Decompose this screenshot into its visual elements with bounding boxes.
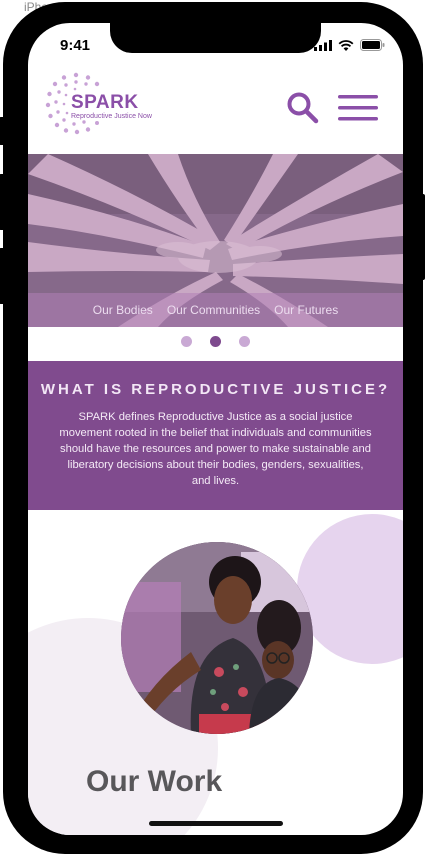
tab-our-bodies[interactable]: Our Bodies bbox=[93, 303, 153, 317]
screen: 9:41 SPARK Reproductive Justice Now Our … bbox=[28, 23, 403, 835]
status-time: 9:41 bbox=[60, 37, 91, 54]
hamburger-menu-icon[interactable] bbox=[337, 95, 379, 121]
carousel-dots bbox=[28, 336, 403, 347]
volume-down-button bbox=[0, 248, 5, 304]
our-work-heading: Our Work bbox=[86, 765, 223, 798]
tab-our-communities[interactable]: Our Communities bbox=[167, 303, 260, 317]
phone-frame: 9:41 SPARK Reproductive Justice Now Our … bbox=[0, 2, 425, 854]
our-work-photo bbox=[121, 542, 313, 734]
section-body: SPARK defines Reproductive Justice as a … bbox=[59, 411, 372, 487]
status-icons bbox=[314, 39, 385, 51]
search-icon[interactable] bbox=[286, 91, 320, 125]
carousel-dot-2-active[interactable] bbox=[210, 336, 221, 347]
notch bbox=[110, 23, 321, 53]
section-heading: WHAT IS REPRODUCTIVE JUSTICE? bbox=[40, 381, 391, 398]
carousel-dot-3[interactable] bbox=[239, 336, 250, 347]
two-smiling-women-photo bbox=[121, 542, 313, 734]
site-header: SPARK Reproductive Justice Now bbox=[28, 71, 403, 155]
hero-tabs: Our Bodies Our Communities Our Futures bbox=[28, 293, 403, 327]
volume-up-button bbox=[0, 174, 5, 230]
logo-tagline: Reproductive Justice Now bbox=[71, 113, 152, 120]
wifi-icon bbox=[338, 39, 354, 51]
home-indicator[interactable] bbox=[149, 821, 283, 826]
battery-icon bbox=[360, 39, 385, 51]
mute-switch bbox=[0, 117, 5, 145]
logo-wordmark[interactable]: SPARK bbox=[71, 92, 139, 114]
hero-carousel[interactable]: Our Bodies Our Communities Our Futures bbox=[28, 154, 403, 327]
power-button bbox=[419, 194, 425, 280]
tab-our-futures[interactable]: Our Futures bbox=[274, 303, 338, 317]
carousel-dot-1[interactable] bbox=[181, 336, 192, 347]
reproductive-justice-section: WHAT IS REPRODUCTIVE JUSTICE? SPARK defi… bbox=[28, 361, 403, 510]
